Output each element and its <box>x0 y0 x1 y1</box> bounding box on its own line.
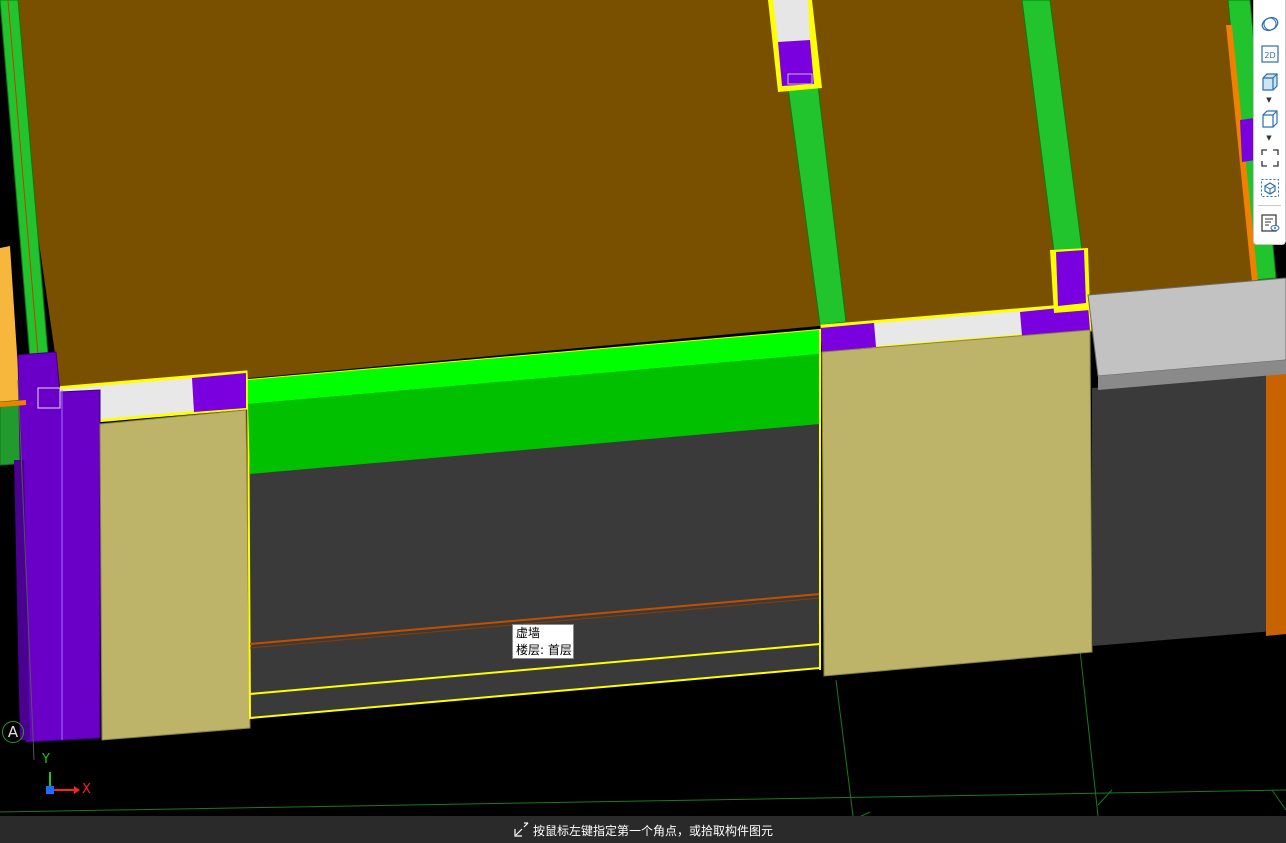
wall-beige-right <box>821 329 1093 677</box>
3d-view-icon[interactable] <box>1258 70 1281 93</box>
select-3d-box-icon[interactable] <box>1258 176 1281 199</box>
tooltip-element-name: 虚墙 <box>516 626 541 640</box>
grey-beam-right <box>1087 277 1286 377</box>
wall-dark-right <box>1092 372 1286 646</box>
model-canvas[interactable] <box>0 0 1286 843</box>
shaded-display-icon[interactable] <box>1258 107 1281 130</box>
3d-view-dropdown-icon[interactable]: ▼ <box>1264 96 1274 104</box>
hover-tooltip: 虚墙 楼层: 首层 <box>512 624 574 659</box>
2d-view-icon[interactable]: 2D <box>1258 42 1281 65</box>
column-edge-1 <box>192 373 246 412</box>
tooltip-floor: 楼层: 首层 <box>516 643 572 657</box>
2d-label: 2D <box>1264 51 1275 60</box>
y-axis-label: Y <box>42 752 50 767</box>
view-toolbar: 2D ▼ ▼ <box>1253 0 1286 245</box>
3d-viewport[interactable]: Y X A 1 2 3 虚墙 楼层: 首层 <box>0 0 1286 843</box>
x-axis-label: X <box>82 782 91 797</box>
grid-axis-a: A <box>2 721 24 743</box>
orange-column-right <box>1266 370 1286 636</box>
status-prompt: 按鼠标左键指定第一个角点，或拾取构件图元 <box>533 824 774 838</box>
column-edge-2 <box>820 323 876 352</box>
orange-wall-left <box>0 246 20 402</box>
pick-corner-icon <box>514 822 529 837</box>
fullscreen-icon[interactable] <box>1258 146 1281 169</box>
display-settings-icon[interactable] <box>1258 211 1281 234</box>
coordinate-axes-gizmo <box>46 772 80 794</box>
wall-beige-left <box>99 409 251 741</box>
display-dropdown-icon[interactable]: ▼ <box>1264 134 1274 142</box>
dynamic-observe-icon[interactable] <box>1258 12 1281 35</box>
status-bar: 按鼠标左键指定第一个角点，或拾取构件图元 <box>0 816 1286 843</box>
